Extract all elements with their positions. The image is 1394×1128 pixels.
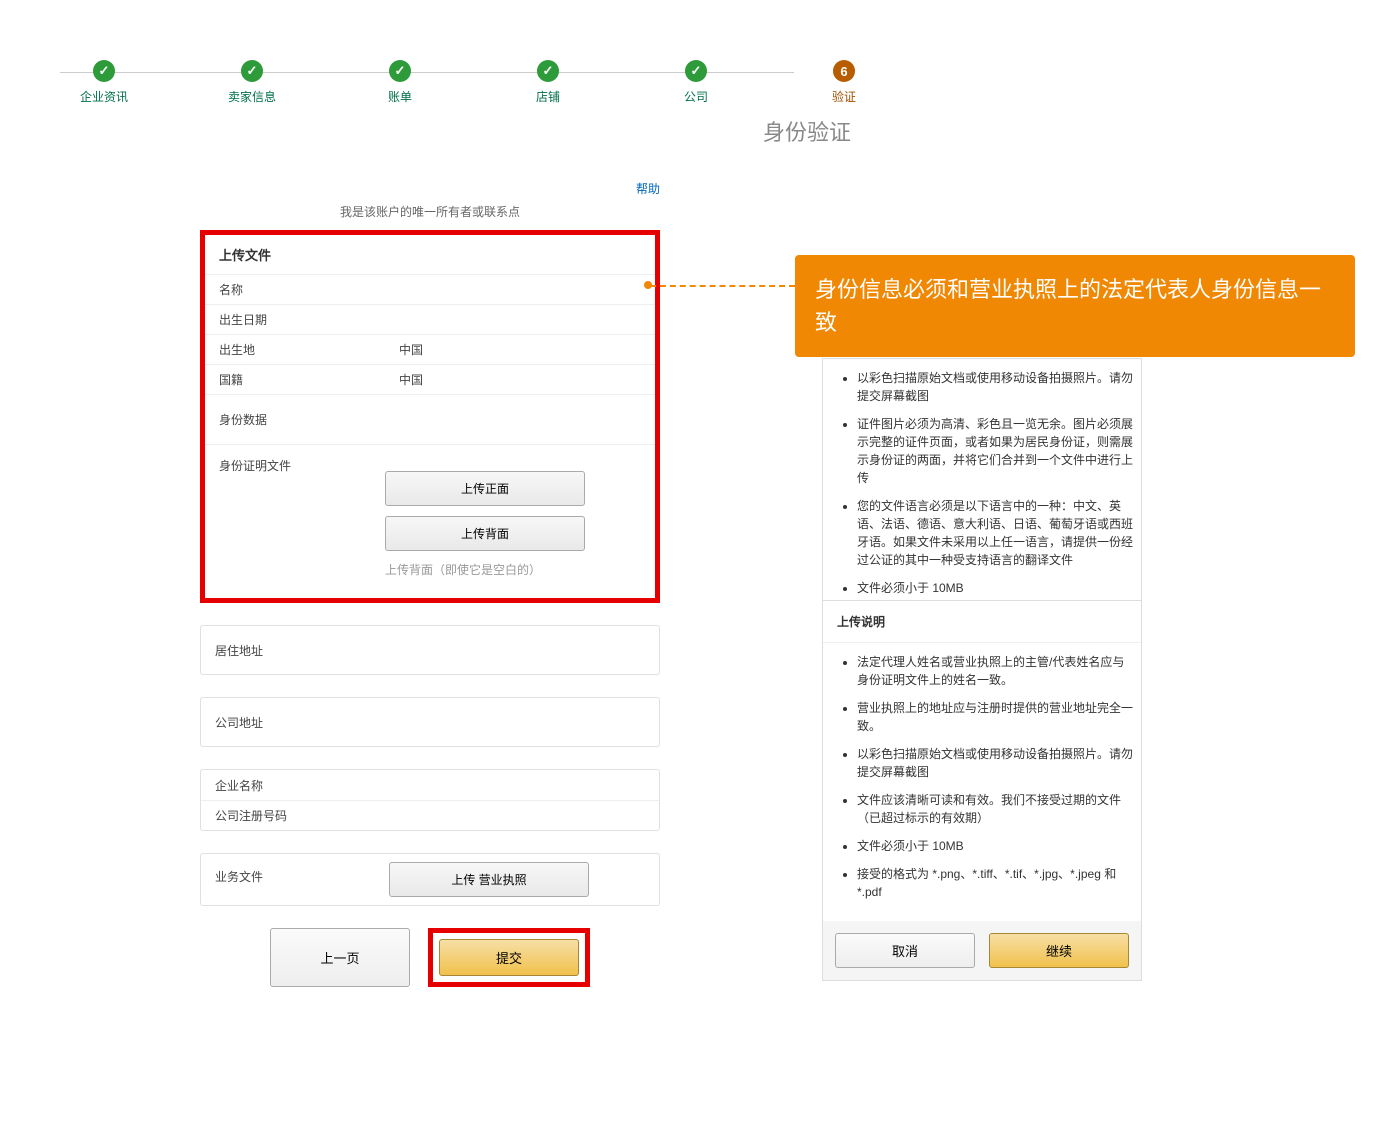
residence-label: 居住地址	[201, 636, 381, 665]
list-item: 接受的格式为 *.png、*.tiff、*.tif、*.jpg、*.jpeg 和…	[857, 865, 1135, 901]
submit-highlight: 提交	[428, 928, 590, 987]
company-name-label: 企业名称	[201, 771, 381, 800]
table-row: 身份证明文件 上传正面 上传背面 上传背面（即使它是空白的）	[205, 444, 655, 598]
owner-declaration: 我是该账户的唯一所有者或联系点	[200, 203, 660, 220]
prev-button[interactable]: 上一页	[270, 928, 410, 987]
check-icon	[537, 60, 559, 82]
main-form: 帮助 我是该账户的唯一所有者或联系点 上传文件 名称 出生日期 出生地中国 国籍…	[200, 120, 660, 987]
nationality-value: 中国	[385, 365, 655, 394]
list-item: 法定代理人姓名或营业执照上的主管/代表姓名应与身份证明文件上的姓名一致。	[857, 653, 1135, 689]
step-label: 公司	[622, 88, 770, 105]
step-company: 公司	[622, 60, 770, 105]
name-label: 名称	[205, 275, 385, 304]
check-icon	[93, 60, 115, 82]
id-doc-label: 身份证明文件	[205, 451, 385, 480]
company-reg-label: 公司注册号码	[201, 801, 381, 830]
submit-button[interactable]: 提交	[439, 939, 579, 976]
instructions-panel-2: 上传说明 法定代理人姓名或营业执照上的主管/代表姓名应与身份证明文件上的姓名一致…	[822, 600, 1142, 981]
instruction-list: 法定代理人姓名或营业执照上的主管/代表姓名应与身份证明文件上的姓名一致。 营业执…	[843, 653, 1135, 901]
step-verify: 6 验证	[770, 60, 918, 105]
company-name-section: 企业名称 公司注册号码	[200, 769, 660, 831]
annotation-callout: 身份信息必须和营业执照上的法定代表人身份信息一致	[795, 255, 1355, 357]
business-doc-section: 业务文件 上传 营业执照	[200, 853, 660, 906]
step-label: 验证	[770, 88, 918, 105]
continue-button[interactable]: 继续	[989, 933, 1129, 968]
list-item: 以彩色扫描原始文档或使用移动设备拍摄照片。请勿提交屏幕截图	[857, 369, 1135, 405]
cancel-button[interactable]: 取消	[835, 933, 975, 968]
business-doc-label: 业务文件	[201, 854, 381, 891]
panel-title: 上传说明	[823, 601, 1141, 643]
nav-buttons: 上一页 提交	[200, 928, 660, 987]
step-label: 店铺	[474, 88, 622, 105]
step-label: 企业资讯	[30, 88, 178, 105]
id-data-label: 身份数据	[205, 405, 385, 434]
company-address-section: 公司地址	[200, 697, 660, 747]
table-row: 名称	[205, 274, 655, 304]
step-number: 6	[833, 60, 855, 82]
callout-connector	[650, 285, 795, 287]
upload-front-button[interactable]: 上传正面	[385, 471, 585, 506]
check-icon	[389, 60, 411, 82]
step-billing: 账单	[326, 60, 474, 105]
table-row: 国籍中国	[205, 364, 655, 394]
step-label: 卖家信息	[178, 88, 326, 105]
progress-stepper: 企业资讯 卖家信息 账单 店铺 公司 6 验证	[0, 0, 1394, 105]
list-item: 以彩色扫描原始文档或使用移动设备拍摄照片。请勿提交屏幕截图	[857, 745, 1135, 781]
birthplace-label: 出生地	[205, 335, 385, 364]
list-item: 证件图片必须为高清、彩色且一览无余。图片必须展示完整的证件页面，或者如果为居民身…	[857, 415, 1135, 487]
list-item: 您的文件语言必须是以下语言中的一种：中文、英语、法语、德语、意大利语、日语、葡萄…	[857, 497, 1135, 569]
step-company-info: 企业资讯	[30, 60, 178, 105]
upload-section-title: 上传文件	[205, 235, 655, 274]
upload-back-hint: 上传背面（即使它是空白的）	[385, 561, 585, 588]
table-row: 身份数据	[205, 394, 655, 444]
check-icon	[241, 60, 263, 82]
help-link[interactable]: 帮助	[200, 180, 660, 197]
residence-section: 居住地址	[200, 625, 660, 675]
step-label: 账单	[326, 88, 474, 105]
upload-license-button[interactable]: 上传 营业执照	[389, 862, 589, 897]
check-icon	[685, 60, 707, 82]
table-row: 出生地中国	[205, 334, 655, 364]
birthplace-value: 中国	[385, 335, 655, 364]
list-item: 文件必须小于 10MB	[857, 837, 1135, 855]
upload-back-button[interactable]: 上传背面	[385, 516, 585, 551]
dob-label: 出生日期	[205, 305, 385, 334]
highlight-box: 上传文件 名称 出生日期 出生地中国 国籍中国 身份数据 身份证明文件 上传正面…	[200, 230, 660, 603]
list-item: 营业执照上的地址应与注册时提供的营业地址完全一致。	[857, 699, 1135, 735]
nationality-label: 国籍	[205, 365, 385, 394]
step-seller-info: 卖家信息	[178, 60, 326, 105]
company-address-label: 公司地址	[201, 708, 381, 737]
list-item: 文件必须小于 10MB	[857, 579, 1135, 597]
table-row: 出生日期	[205, 304, 655, 334]
step-store: 店铺	[474, 60, 622, 105]
list-item: 文件应该清晰可读和有效。我们不接受过期的文件（已超过标示的有效期）	[857, 791, 1135, 827]
